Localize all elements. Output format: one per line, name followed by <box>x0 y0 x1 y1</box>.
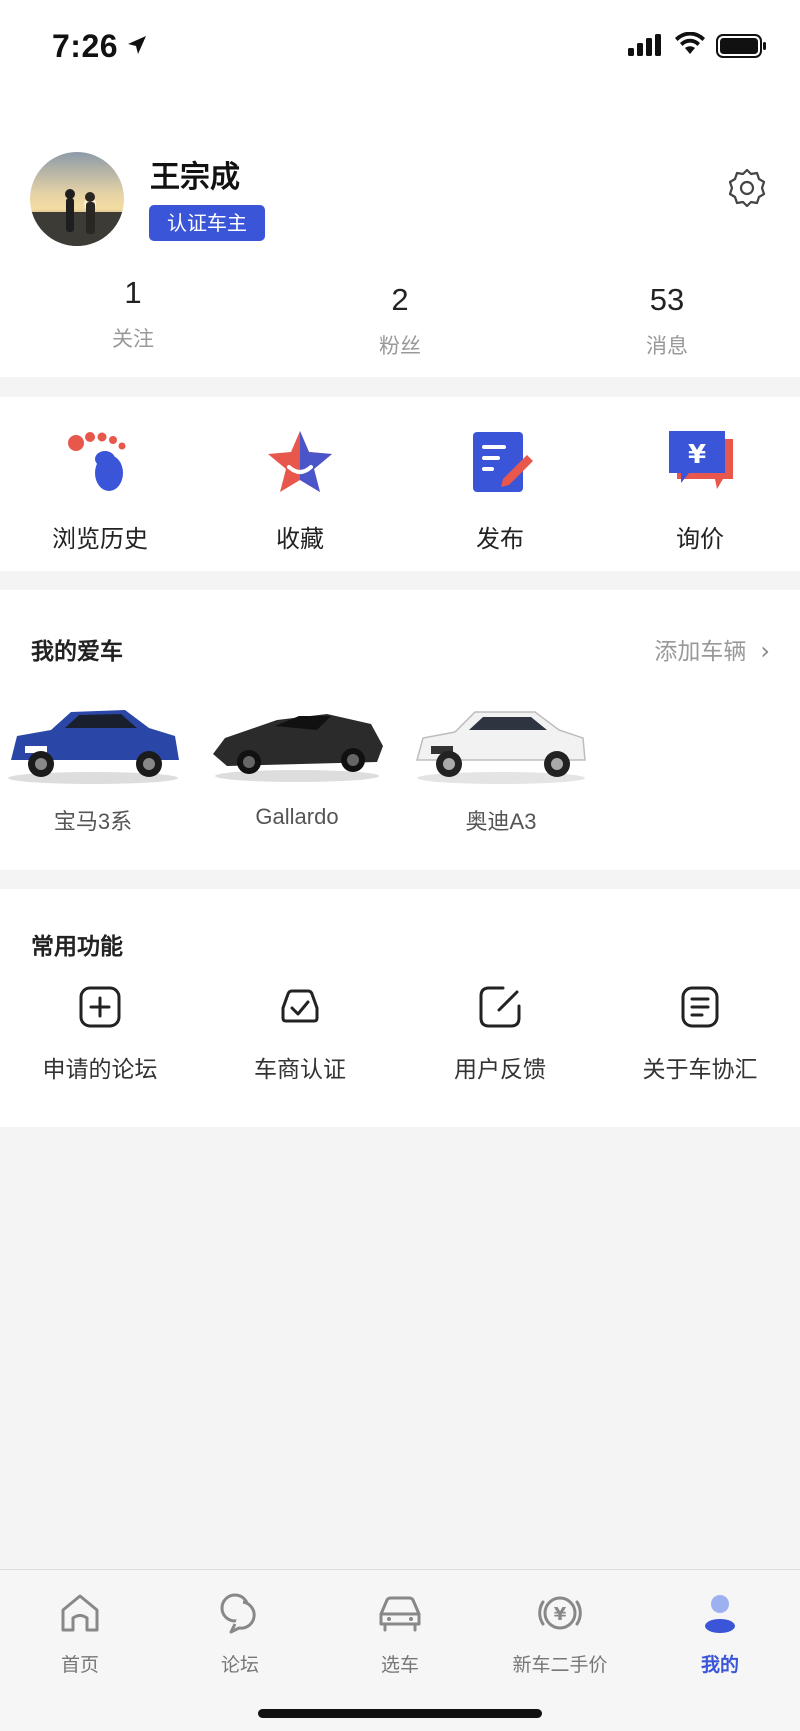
verified-owner-badge: 认证车主 <box>149 205 265 241</box>
tab-label: 首页 <box>60 1654 99 1676</box>
stat-value: 53 <box>649 282 685 317</box>
stat-value: 2 <box>391 282 409 317</box>
stat-following[interactable]: 1 关注 <box>53 275 213 353</box>
car-check-icon <box>281 989 319 1023</box>
tab-label: 新车二手价 <box>512 1654 608 1676</box>
tab-new-used-price[interactable]: ¥ 新车二手价 <box>480 1588 640 1677</box>
section-title: 常用功能 <box>31 934 123 960</box>
car-icon <box>379 1596 421 1632</box>
cellular-signal-icon <box>628 34 661 56</box>
profile-section: 王宗成 认证车主 1 关注 2 粉丝 53 消息 <box>0 95 800 377</box>
wifi-icon <box>675 32 705 54</box>
quick-actions: 浏览历史 收藏 发布 ¥ 询价 <box>0 397 800 571</box>
info-document-icon <box>681 986 719 1028</box>
chevron-right-icon: › <box>760 637 770 665</box>
func-label: 申请的论坛 <box>42 1057 158 1083</box>
car-card[interactable]: Gallardo <box>207 690 387 830</box>
tab-choose-car[interactable]: 选车 <box>320 1588 480 1677</box>
func-label: 用户反馈 <box>454 1057 546 1083</box>
chat-bubbles-icon <box>220 1593 256 1634</box>
my-cars-section: 我的爱车 添加车辆 › 宝马3系 Gallardo 奥迪A3 <box>0 590 800 870</box>
func-label: 车商认证 <box>254 1057 346 1083</box>
quick-label: 浏览历史 <box>52 525 148 553</box>
status-time: 7:26 <box>52 28 119 64</box>
stat-value: 1 <box>124 275 142 310</box>
car-image <box>213 714 383 782</box>
stat-messages[interactable]: 53 消息 <box>587 282 747 360</box>
svg-text:¥: ¥ <box>554 1604 567 1625</box>
quick-label: 收藏 <box>276 525 324 553</box>
yuan-coin-icon: ¥ <box>538 1596 582 1630</box>
tab-label: 选车 <box>380 1654 419 1676</box>
car-name: Gallardo <box>255 804 339 829</box>
tab-home[interactable]: 首页 <box>0 1588 160 1677</box>
func-label: 关于车协汇 <box>642 1057 758 1083</box>
func-about[interactable]: 关于车协汇 <box>600 984 800 1084</box>
svg-text:¥: ¥ <box>688 440 706 470</box>
feedback-edit-icon <box>479 986 521 1028</box>
func-dealer-verification[interactable]: 车商认证 <box>200 984 400 1084</box>
quick-browse-history[interactable]: 浏览历史 <box>0 427 200 554</box>
section-title: 我的爱车 <box>31 639 123 665</box>
car-image <box>416 711 586 784</box>
user-icon <box>705 1595 735 1633</box>
func-applied-forums[interactable]: 申请的论坛 <box>0 984 200 1084</box>
tab-mine[interactable]: 我的 <box>640 1588 800 1677</box>
home-icon <box>61 1594 99 1632</box>
tab-bar: 首页 论坛 选车 ¥ 新车二手价 我的 <box>0 1569 800 1731</box>
plus-square-icon <box>79 986 121 1028</box>
stat-label: 粉丝 <box>379 334 421 358</box>
car-name: 奥迪A3 <box>465 809 537 834</box>
stat-label: 关注 <box>112 327 154 351</box>
tab-forum[interactable]: 论坛 <box>160 1588 320 1677</box>
footprint-icon <box>68 432 126 491</box>
user-name: 王宗成 <box>150 160 240 195</box>
car-card[interactable]: 奥迪A3 <box>411 690 591 836</box>
stat-followers[interactable]: 2 粉丝 <box>320 282 480 360</box>
quick-favorites[interactable]: 收藏 <box>200 427 400 554</box>
add-vehicle-label: 添加车辆 <box>654 639 747 665</box>
gear-icon[interactable] <box>726 167 768 209</box>
avatar[interactable] <box>30 152 124 246</box>
tab-label: 论坛 <box>220 1654 259 1676</box>
add-vehicle-link[interactable]: 添加车辆 › <box>654 632 770 666</box>
car-card[interactable]: 宝马3系 <box>3 690 183 836</box>
star-icon <box>268 431 332 492</box>
quick-label: 询价 <box>676 525 724 553</box>
common-functions-section: 常用功能 申请的论坛 车商认证 用户反馈 关于车协汇 <box>0 889 800 1127</box>
quick-publish[interactable]: 发布 <box>400 427 600 554</box>
battery-icon <box>716 34 766 58</box>
stat-label: 消息 <box>646 334 688 358</box>
func-user-feedback[interactable]: 用户反馈 <box>400 984 600 1084</box>
home-indicator <box>258 1709 542 1718</box>
tab-label: 我的 <box>700 1654 739 1676</box>
price-inquiry-icon: ¥ <box>669 431 733 489</box>
edit-document-icon <box>473 432 533 492</box>
status-bar: 7:26 <box>0 0 800 95</box>
car-image <box>8 710 179 784</box>
quick-label: 发布 <box>476 525 524 553</box>
quick-price-inquiry[interactable]: ¥ 询价 <box>600 427 800 554</box>
location-arrow-icon <box>128 36 146 54</box>
car-name: 宝马3系 <box>53 809 133 834</box>
